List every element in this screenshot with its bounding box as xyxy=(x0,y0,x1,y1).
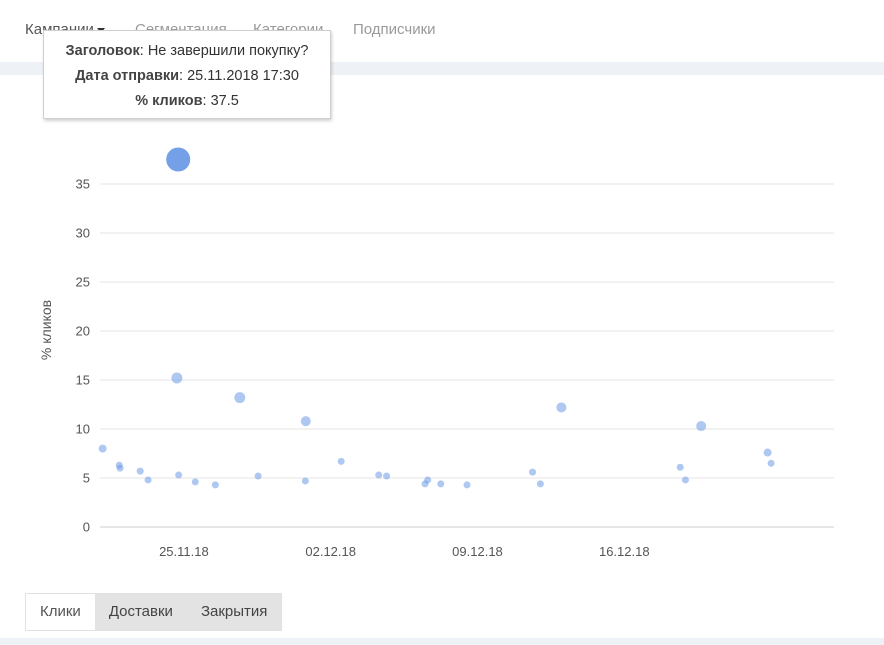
y-tick-label: 20 xyxy=(76,324,90,339)
scatter-point[interactable] xyxy=(301,477,309,485)
point-tooltip: Заголовок: Не завершили покупку? Дата от… xyxy=(43,30,331,119)
tab-clicks[interactable]: Клики xyxy=(26,594,95,630)
tooltip-date-row: Дата отправки: 25.11.2018 17:30 xyxy=(75,68,299,84)
y-tick-label: 10 xyxy=(76,422,90,437)
tooltip-clicks-label: % кликов xyxy=(135,93,203,109)
scatter-point[interactable] xyxy=(767,459,775,467)
scatter-points xyxy=(98,147,775,489)
scatter-point[interactable] xyxy=(175,471,183,479)
scatter-point[interactable] xyxy=(337,457,345,465)
y-tick-label: 30 xyxy=(76,226,90,241)
tooltip-date-value: 25.11.2018 17:30 xyxy=(187,68,299,84)
footer-band xyxy=(0,638,884,645)
metric-tabs: Клики Доставки Закрытия xyxy=(25,593,283,631)
nav-item-subscribers[interactable]: Подписчики xyxy=(353,21,436,38)
tooltip-title-row: Заголовок: Не завершили покупку? xyxy=(65,43,309,59)
tab-closures[interactable]: Закрытия xyxy=(186,594,282,630)
scatter-point[interactable] xyxy=(136,467,144,475)
scatter-point[interactable] xyxy=(681,476,689,484)
scatter-point[interactable] xyxy=(144,476,152,484)
scatter-point[interactable] xyxy=(234,392,246,404)
scatter-point[interactable] xyxy=(556,402,567,413)
scatter-point[interactable] xyxy=(211,481,219,489)
scatter-point[interactable] xyxy=(383,472,391,480)
scatter-point[interactable] xyxy=(763,448,772,457)
chart-gridlines xyxy=(100,183,834,528)
y-tick-label: 25 xyxy=(76,275,90,290)
y-tick-label: 5 xyxy=(83,471,90,486)
tooltip-date-label: Дата отправки xyxy=(75,68,180,84)
scatter-point[interactable] xyxy=(424,476,432,484)
scatter-point[interactable] xyxy=(437,480,445,488)
scatter-point[interactable] xyxy=(463,481,471,489)
scatter-point[interactable] xyxy=(254,472,262,480)
tab-deliveries[interactable]: Доставки xyxy=(94,594,187,630)
scatter-point[interactable] xyxy=(676,463,684,471)
tooltip-title-value: Не завершили покупку? xyxy=(147,43,309,59)
highlighted-point[interactable] xyxy=(166,147,191,172)
x-axis-tick-labels: 25.11.18 02.12.18 09.12.18 16.12.18 xyxy=(159,544,650,559)
scatter-point[interactable] xyxy=(300,416,311,427)
tooltip-clicks-value: 37.5 xyxy=(210,93,239,109)
tooltip-clicks-row: % кликов: 37.5 xyxy=(135,93,239,109)
clicks-scatter-chart: 0 5 10 15 20 25 30 35 25.11.18 02.12.18 09.12.18 1… xyxy=(38,147,834,559)
scatter-point[interactable] xyxy=(191,478,199,486)
y-axis-label: % кликов xyxy=(38,300,54,360)
y-tick-label: 35 xyxy=(76,177,90,192)
scatter-point[interactable] xyxy=(116,464,124,472)
y-tick-label: 0 xyxy=(83,520,90,535)
tooltip-title-label: Заголовок xyxy=(65,43,140,59)
scatter-point[interactable] xyxy=(529,468,537,476)
x-tick-label: 16.12.18 xyxy=(599,544,650,559)
y-axis-tick-labels: 0 5 10 15 20 25 30 35 xyxy=(76,177,90,535)
y-tick-label: 15 xyxy=(76,373,90,388)
x-tick-label: 25.11.18 xyxy=(159,544,209,559)
scatter-point[interactable] xyxy=(375,471,383,479)
scatter-point[interactable] xyxy=(171,372,183,384)
scatter-point[interactable] xyxy=(98,444,107,453)
x-tick-label: 02.12.18 xyxy=(305,544,356,559)
scatter-point[interactable] xyxy=(696,421,707,432)
x-tick-label: 09.12.18 xyxy=(452,544,503,559)
scatter-point[interactable] xyxy=(536,480,544,488)
